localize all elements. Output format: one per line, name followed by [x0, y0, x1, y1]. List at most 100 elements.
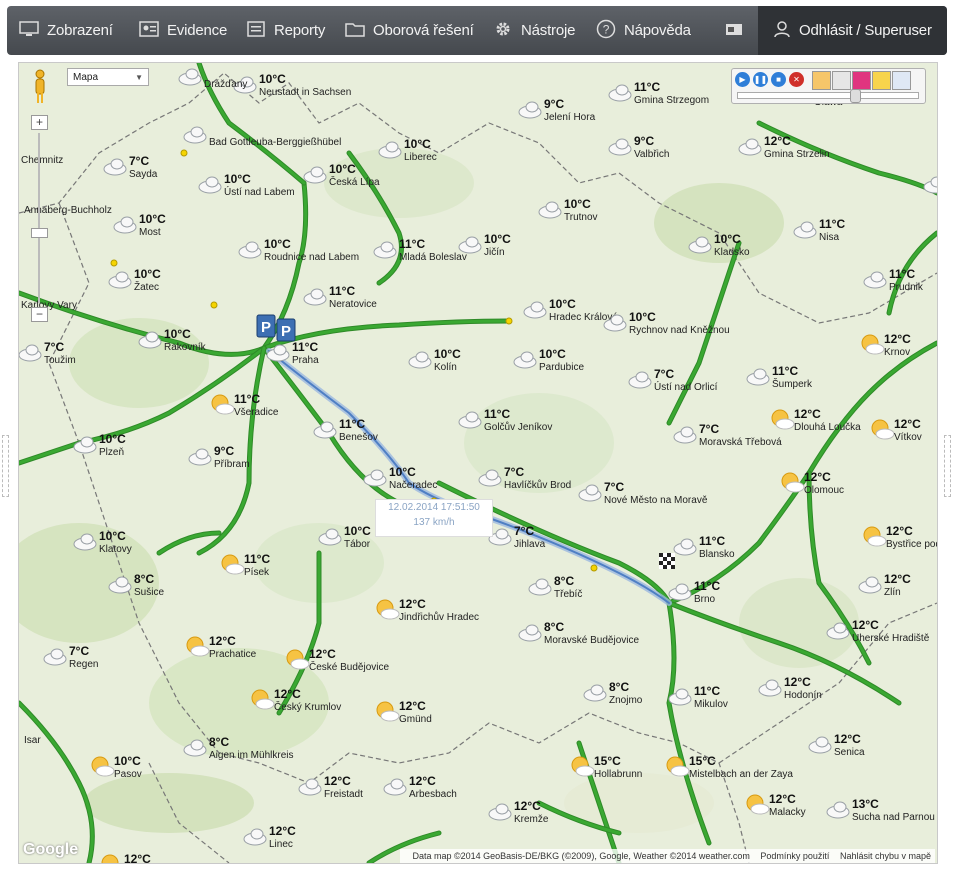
city-label: Dlouhá Loučka	[794, 422, 861, 433]
city-label: Jičín	[484, 247, 505, 258]
traffic-incident-icon[interactable]	[180, 149, 188, 157]
traffic-warning-icon[interactable]	[852, 71, 871, 90]
city-label: Bystřice pod	[886, 539, 937, 550]
temperature-label: 7°C	[699, 422, 719, 436]
svg-text:P: P	[261, 319, 271, 336]
zoom-slider-thumb[interactable]	[31, 228, 48, 238]
pause-icon[interactable]: ❚❚	[753, 72, 768, 87]
city-label: Rychnov nad Kněžnou	[629, 325, 730, 336]
slider-knob[interactable]	[850, 89, 861, 103]
city-label: Brno	[694, 594, 716, 605]
monitor-icon	[19, 20, 39, 41]
zoom-out-button[interactable]: −	[31, 307, 48, 322]
temperature-label: 10°C	[264, 237, 291, 251]
temperature-label: 11°C	[234, 392, 260, 406]
user-icon	[773, 20, 791, 42]
zoom-in-button[interactable]: +	[31, 115, 48, 130]
city-label: Linec	[269, 839, 293, 850]
google-logo[interactable]: Google	[23, 841, 78, 859]
city-label: Sayda	[129, 169, 158, 180]
top-nav-bar: Zobrazení Evidence Reporty Oborová řešení Ná…	[7, 6, 947, 55]
nav-oborova-reseni[interactable]: Oborová řešení	[345, 6, 474, 55]
terms-link[interactable]: Podmínky použití	[760, 851, 829, 861]
city-label: Ústí nad Labem	[224, 185, 295, 198]
temperature-label: 15°C	[594, 754, 621, 768]
layer-toggle-icon[interactable]	[812, 71, 831, 90]
nav-reporty[interactable]: Reporty	[246, 6, 325, 55]
temperature-label: 10°C	[629, 310, 656, 324]
city-label: Hodonín	[784, 690, 822, 701]
traffic-incident-icon[interactable]	[210, 301, 218, 309]
temperature-label: 7°C	[514, 524, 534, 538]
nav-nastroje[interactable]: Nástroje	[493, 6, 575, 55]
temperature-label: 8°C	[554, 574, 574, 588]
zoom-rail[interactable]	[38, 133, 40, 303]
nav-window[interactable]	[725, 6, 751, 55]
temperature-label: 11°C	[634, 80, 660, 94]
temperature-label: 11°C	[889, 267, 915, 281]
temperature-label: 12°C	[399, 597, 426, 611]
temperature-label: 10°C	[389, 465, 416, 479]
nav-label: Evidence	[167, 22, 228, 39]
temperature-label: 8°C	[609, 680, 629, 694]
map-type-select[interactable]: Mapa ▼	[67, 68, 149, 86]
temperature-label: 10°C	[224, 172, 251, 186]
globe-icon[interactable]	[892, 71, 911, 90]
stop-icon[interactable]: ■	[771, 72, 786, 87]
logout-button[interactable]: Odhlásit / Superuser	[758, 6, 947, 55]
playback-control-panel: ▶ ❚❚ ■ ✕	[731, 68, 926, 104]
temperature-label: 10°C	[404, 137, 431, 151]
city-label: Jelení Hora	[544, 112, 596, 123]
right-resize-handle[interactable]	[944, 435, 951, 497]
city-label: Gmina Strzelin	[764, 149, 830, 160]
city-label: Zlín	[884, 587, 901, 598]
temperature-label: 11°C	[484, 407, 510, 421]
parking-icon[interactable]: P	[276, 318, 296, 342]
temperature-label: 12°C	[274, 687, 301, 701]
temperature-label: 10°C	[99, 432, 126, 446]
city-label: Sušice	[134, 587, 164, 598]
temperature-label: 11°C	[772, 364, 798, 378]
temperature-label: 7°C	[69, 644, 89, 658]
report-error-link[interactable]: Nahlásit chybu v mapě	[840, 851, 931, 861]
traffic-incident-icon[interactable]	[505, 317, 513, 325]
street-view-pegman-icon[interactable]	[33, 69, 47, 105]
svg-text:P: P	[281, 323, 291, 340]
city-label: Český Krumlov	[274, 700, 341, 713]
map-view[interactable]: PP 10°C Neustadt in Sachsen Drážďany Bad Go…	[18, 62, 938, 864]
temperature-label: 10°C	[99, 529, 126, 543]
city-label: Jindřichův Hradec	[399, 611, 479, 623]
grid-icon[interactable]	[832, 71, 851, 90]
play-icon[interactable]: ▶	[735, 72, 750, 87]
weather-icon[interactable]	[872, 71, 891, 90]
folder-icon	[345, 21, 365, 41]
temperature-label: 11°C	[694, 684, 720, 698]
city-label: Všeradice	[234, 407, 279, 418]
nav-evidence[interactable]: Evidence	[139, 6, 227, 55]
close-icon[interactable]: ✕	[789, 72, 804, 87]
left-resize-handle[interactable]	[2, 435, 9, 497]
traffic-incident-icon[interactable]	[590, 564, 598, 572]
city-label: Mikulov	[694, 699, 728, 710]
temperature-label: 10°C	[539, 347, 566, 361]
attribution-text: Data map ©2014 GeoBasis-DE/BKG (©2009), …	[412, 851, 750, 861]
traffic-incident-icon[interactable]	[110, 259, 118, 267]
parking-icon[interactable]: P	[256, 314, 276, 338]
finish-flag-icon[interactable]	[659, 553, 675, 569]
city-label: Pardubice	[539, 362, 584, 373]
nav-zobrazeni[interactable]: Zobrazení	[19, 6, 113, 55]
temperature-label: 12°C	[894, 417, 921, 431]
temperature-label: 10°C	[549, 297, 576, 311]
nav-label: Oborová řešení	[373, 22, 474, 39]
nav-napoveda[interactable]: ? Nápověda	[596, 6, 691, 55]
map-type-label: Mapa	[73, 72, 99, 83]
city-label: Blansko	[699, 549, 735, 560]
city-label: Drážďany	[204, 79, 247, 90]
city-label: Mladá Boleslav	[399, 252, 467, 263]
city-label: Liberec	[404, 152, 437, 163]
temperature-label: 12°C	[409, 774, 436, 788]
chevron-down-icon: ▼	[135, 73, 143, 82]
temperature-label: 10°C	[329, 162, 356, 176]
playback-speed-slider[interactable]	[737, 89, 919, 103]
map-canvas[interactable]: PP 10°CNeustadt in SachsenDrážďanyBad Go…	[19, 63, 937, 863]
